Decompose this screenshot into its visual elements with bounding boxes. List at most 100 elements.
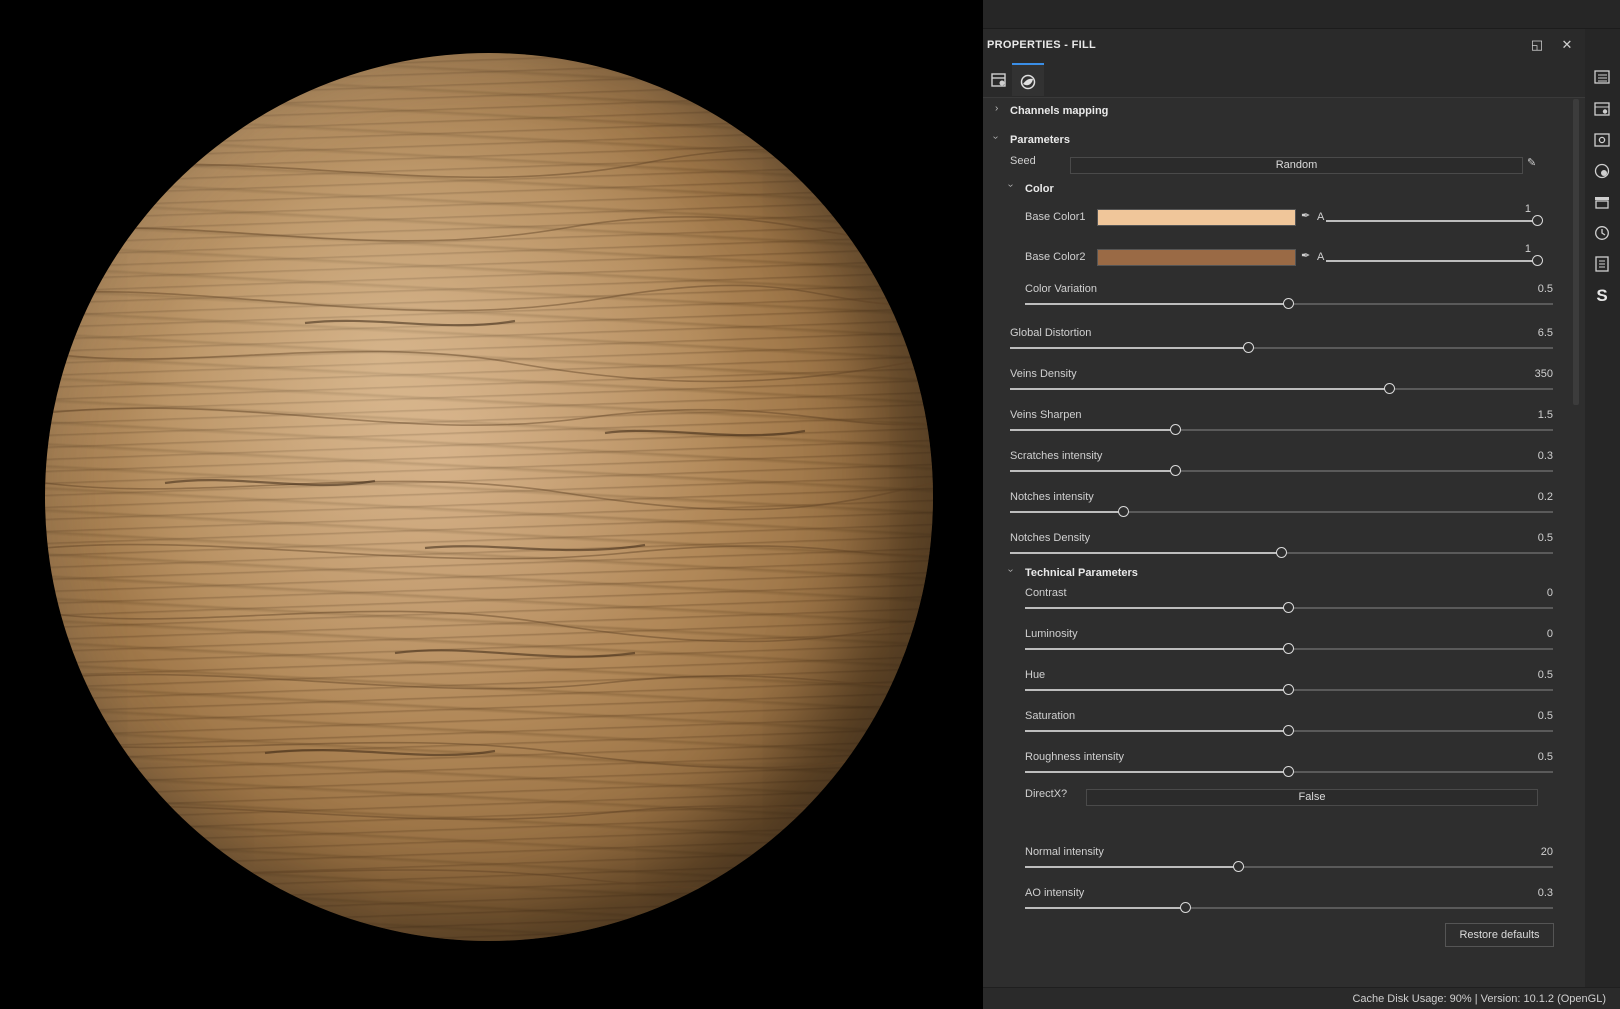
notches-density-value: 0.5 <box>1537 532 1553 544</box>
slider-knob[interactable] <box>1283 643 1294 654</box>
slider-knob[interactable] <box>1170 424 1181 435</box>
contrast-slider[interactable] <box>1025 602 1553 613</box>
slider-rest <box>1289 730 1553 732</box>
layer-settings-icon <box>991 73 1006 87</box>
slider-fill <box>1010 347 1249 349</box>
base-color-label: Base Color1 <box>1025 211 1086 223</box>
scratches-intensity-value: 0.3 <box>1537 450 1553 462</box>
panel-header: PROPERTIES - FILL ◱ ✕ <box>983 29 1585 61</box>
slider-rest <box>1186 907 1553 909</box>
chevron-right-icon[interactable]: › <box>995 103 998 114</box>
panel-scrollbar[interactable] <box>1572 99 1580 983</box>
slider-knob[interactable] <box>1283 684 1294 695</box>
slider-fill <box>1025 771 1289 773</box>
slider-rest <box>1124 511 1553 513</box>
veins-density-slider[interactable] <box>1010 383 1553 394</box>
saturation-slider[interactable] <box>1025 725 1553 736</box>
color-swatch[interactable] <box>1097 209 1296 226</box>
slider-knob[interactable] <box>1283 766 1294 777</box>
luminosity-value: 0 <box>1546 628 1553 640</box>
slider-fill <box>1010 511 1124 513</box>
properties-panel: PROPERTIES - FILL ◱ ✕ › Channels mapping… <box>983 29 1585 987</box>
veins-sharpen-slider[interactable] <box>1010 424 1553 435</box>
substance-icon[interactable]: S <box>1593 287 1611 305</box>
color-swatch[interactable] <box>1097 249 1296 266</box>
layers-list-icon[interactable] <box>1593 69 1611 87</box>
roughness-intensity-slider[interactable] <box>1025 766 1553 777</box>
close-panel-icon[interactable]: ✕ <box>1557 35 1577 55</box>
log-icon[interactable] <box>1593 256 1611 274</box>
scratches-intensity-slider[interactable] <box>1010 465 1553 476</box>
section-technical-parameters[interactable]: Technical Parameters <box>1025 567 1138 579</box>
viewport-settings-icon[interactable] <box>1593 163 1611 181</box>
ao-intensity-label: AO intensity <box>1025 887 1085 899</box>
slider-rest <box>1289 689 1553 691</box>
slider-rest <box>1282 552 1553 554</box>
luminosity-label: Luminosity <box>1025 628 1078 640</box>
slider-rest <box>1239 866 1553 868</box>
scrollbar-thumb[interactable] <box>1573 99 1579 405</box>
eyedropper-icon[interactable]: ✒ <box>1301 249 1310 262</box>
chevron-down-icon[interactable]: › <box>990 136 1001 139</box>
slider-knob[interactable] <box>1180 902 1191 913</box>
material-preview-sphere[interactable] <box>45 53 933 941</box>
layer-properties-icon[interactable] <box>1593 101 1611 119</box>
wood-grain-texture <box>45 148 933 890</box>
chevron-down-icon[interactable]: › <box>1005 184 1016 187</box>
slider-knob[interactable] <box>1283 602 1294 613</box>
alpha-slider[interactable] <box>1326 255 1543 266</box>
slider-rest <box>1289 648 1553 650</box>
eyedropper-icon[interactable]: ✒ <box>1301 209 1310 222</box>
slider-rest <box>1176 470 1553 472</box>
luminosity-slider[interactable] <box>1025 643 1553 654</box>
slider-fill <box>1025 866 1239 868</box>
slider-rest <box>1390 388 1553 390</box>
notches-density-slider[interactable] <box>1010 547 1553 558</box>
slider-knob[interactable] <box>1118 506 1129 517</box>
shelf-icon[interactable] <box>1593 194 1611 212</box>
notches-intensity-value: 0.2 <box>1537 491 1553 503</box>
alpha-slider[interactable] <box>1326 215 1543 226</box>
properties-tabs <box>983 61 1585 98</box>
notches-intensity-slider[interactable] <box>1010 506 1553 517</box>
slider-fill <box>1025 907 1186 909</box>
slider-knob[interactable] <box>1233 861 1244 872</box>
viewport-3d[interactable] <box>0 0 983 1008</box>
roughness-intensity-value: 0.5 <box>1537 751 1553 763</box>
slider-knob[interactable] <box>1170 465 1181 476</box>
seed-random-button[interactable]: Random <box>1070 157 1523 174</box>
slider-knob[interactable] <box>1384 383 1395 394</box>
pencil-icon[interactable]: ✎ <box>1527 156 1536 169</box>
slider-knob[interactable] <box>1276 547 1287 558</box>
slider-knob[interactable] <box>1532 215 1543 226</box>
normal-intensity-slider[interactable] <box>1025 861 1553 872</box>
restore-defaults-button[interactable]: Restore defaults <box>1445 923 1554 947</box>
section-color[interactable]: Color <box>1025 183 1054 195</box>
display-settings-icon[interactable] <box>1593 132 1611 150</box>
history-icon[interactable] <box>1593 225 1611 243</box>
slider-fill <box>1025 730 1289 732</box>
slider-knob[interactable] <box>1283 298 1294 309</box>
global-distortion-slider[interactable] <box>1010 342 1553 353</box>
section-parameters[interactable]: Parameters <box>1010 134 1070 146</box>
slider-knob[interactable] <box>1532 255 1543 266</box>
color-variation-label: Color Variation <box>1025 283 1097 295</box>
alpha-label: A <box>1317 211 1325 223</box>
section-channels-mapping[interactable]: Channels mapping <box>1010 105 1108 117</box>
ao-intensity-slider[interactable] <box>1025 902 1553 913</box>
base-color-label: Base Color2 <box>1025 251 1086 263</box>
restore-window-icon[interactable]: ◱ <box>1527 35 1547 55</box>
alpha-value: 1 <box>1524 203 1531 215</box>
color-variation-slider[interactable] <box>1025 298 1553 309</box>
hue-slider[interactable] <box>1025 684 1553 695</box>
alpha-label: A <box>1317 251 1325 263</box>
saturation-label: Saturation <box>1025 710 1076 722</box>
tab-layer-settings[interactable] <box>983 63 1015 96</box>
slider-knob[interactable] <box>1243 342 1254 353</box>
directx-toggle[interactable]: False <box>1086 789 1538 806</box>
hue-label: Hue <box>1025 669 1046 681</box>
right-dock-bar: S <box>1585 29 1620 987</box>
slider-knob[interactable] <box>1283 725 1294 736</box>
chevron-down-icon[interactable]: › <box>1005 569 1016 572</box>
tab-material[interactable] <box>1012 63 1044 96</box>
